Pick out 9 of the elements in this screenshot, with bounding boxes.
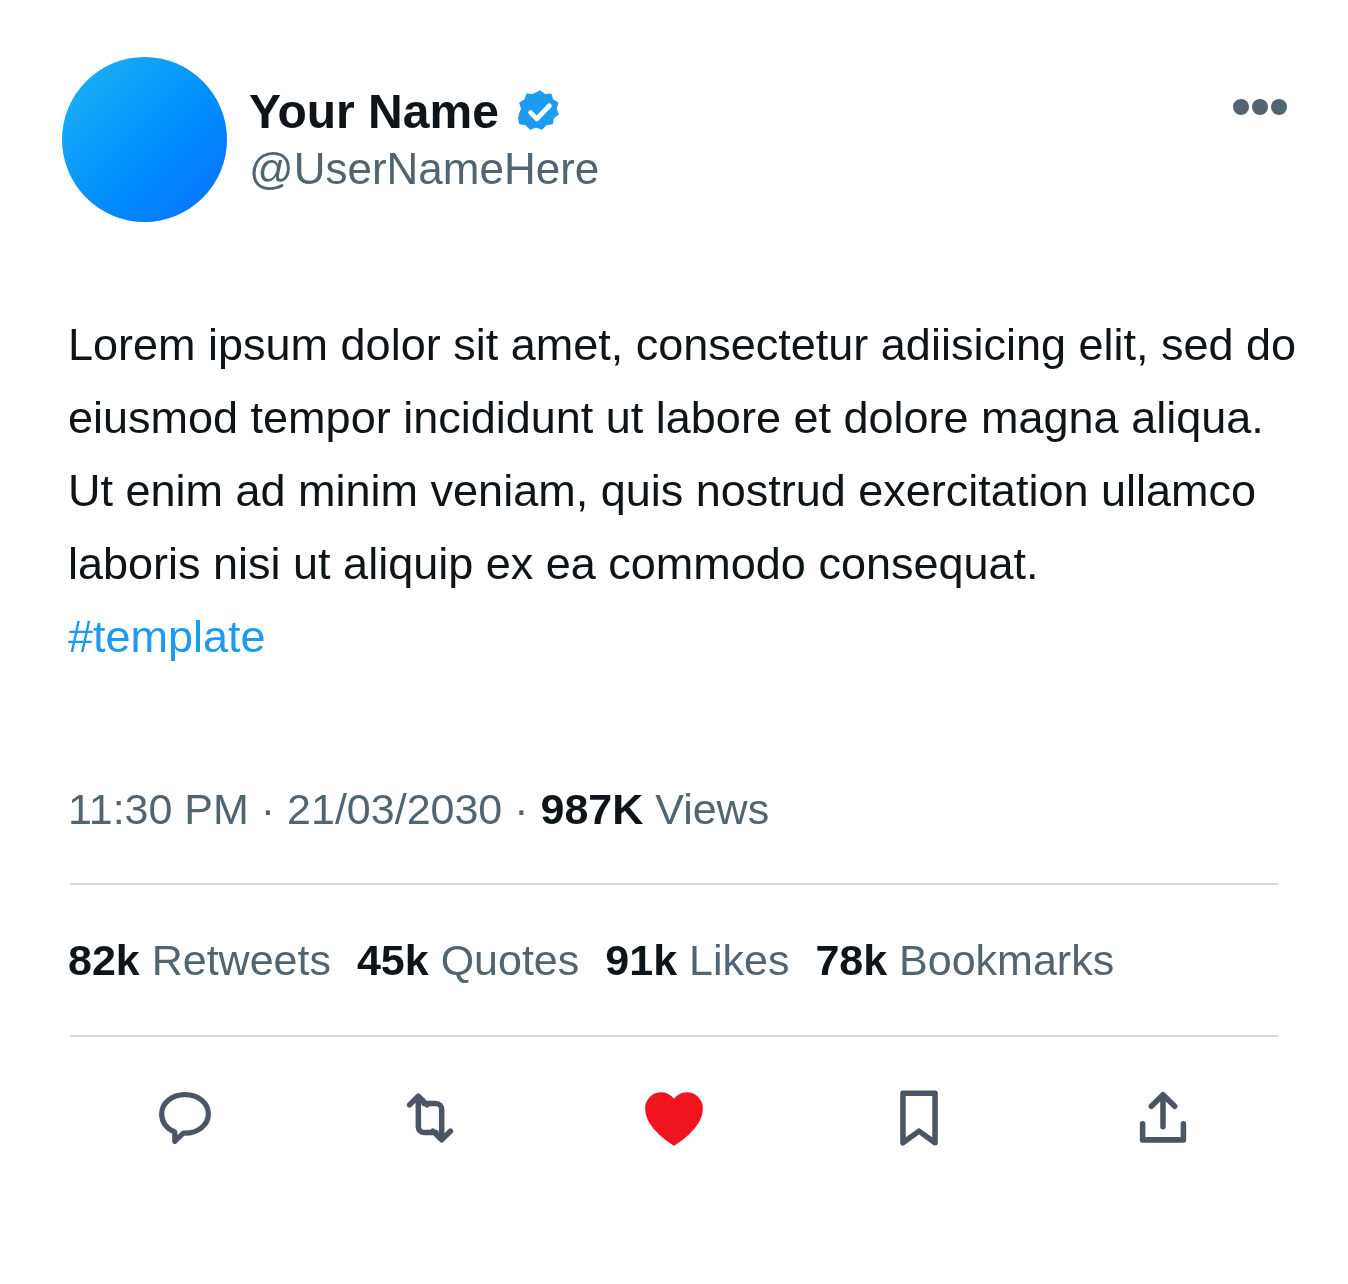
stat-count[interactable]: 82k Retweets xyxy=(68,929,331,991)
user-handle: @UserNameHere xyxy=(249,143,600,195)
post-meta: 11:30 PM · 21/03/2030 · 987K Views xyxy=(68,784,771,835)
stat-count[interactable]: 45k Quotes xyxy=(356,929,580,991)
stat-count[interactable]: 78k Bookmarks xyxy=(815,929,1115,991)
display-name: Your Name xyxy=(249,84,499,140)
post-text: Lorem ipsum dolor sit amet, consectetur adiisicing elit, sed do eiusmod tempor incididunt ut labore et dolore magna aliqua. Ut enim ad minim veniam, quis nostrud exercitation ullamco laboris nisi ut aliquip ex ea commodo consequat. xyxy=(68,318,1298,591)
more-icon[interactable] xyxy=(1232,97,1288,117)
stat-count[interactable]: 91k Likes xyxy=(605,929,790,991)
